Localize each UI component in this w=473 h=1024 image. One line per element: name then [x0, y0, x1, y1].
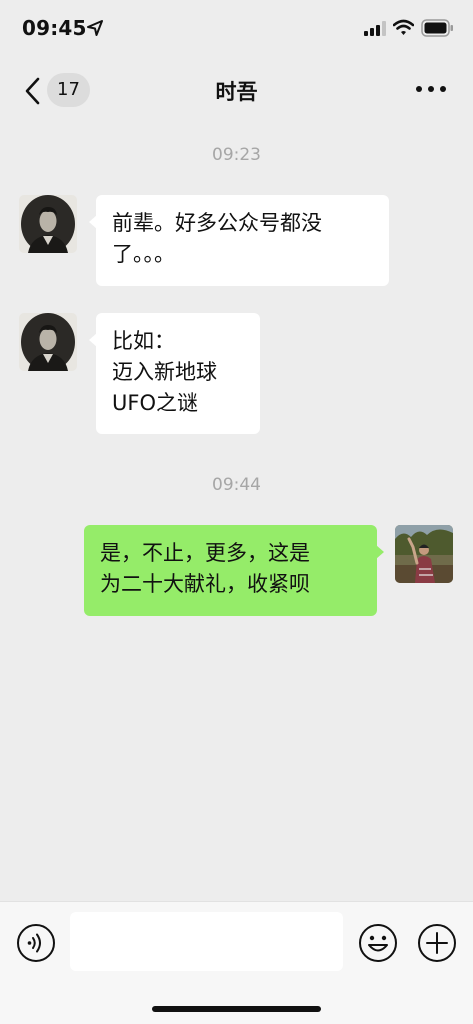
- portrait-icon: [19, 195, 77, 253]
- message-text-line: 了。。。: [112, 242, 175, 266]
- message-text-line: UFO之谜: [112, 391, 198, 415]
- plus-icon[interactable]: [417, 923, 457, 963]
- chat-title: 时吾: [215, 80, 258, 104]
- battery-icon: [421, 19, 453, 37]
- timestamp: 09:23: [212, 145, 261, 165]
- message-text-line: 比如：: [112, 329, 175, 353]
- more-dots-icon[interactable]: [414, 84, 448, 94]
- portrait-icon: [19, 313, 77, 371]
- cellular-signal-icon: [364, 21, 386, 36]
- nav-bar: 17 时吾: [0, 60, 473, 120]
- message-input[interactable]: [70, 912, 343, 971]
- contact-avatar[interactable]: [19, 195, 77, 253]
- emoji-icon[interactable]: [358, 923, 398, 963]
- my-avatar[interactable]: [395, 525, 453, 583]
- message-bubble[interactable]: 前辈。好多公众号都没 了。。。: [89, 195, 389, 286]
- wifi-icon: [393, 19, 414, 35]
- timestamp: 09:44: [212, 475, 261, 495]
- status-time: 09:45: [22, 16, 87, 40]
- contact-avatar[interactable]: [19, 313, 77, 371]
- message-bubble[interactable]: 是，不止，更多，这是 为二十大献礼，收紧呗: [84, 525, 384, 616]
- location-arrow-icon: [87, 20, 103, 36]
- status-bar: 09:45: [0, 0, 473, 56]
- input-bar: [0, 901, 473, 1024]
- outdoor-photo-icon: [395, 525, 453, 583]
- message-text-line: 前辈。好多公众号都没: [112, 211, 322, 235]
- message-text-line: 迈入新地球: [112, 360, 217, 384]
- message-text-line: 是，不止，更多，这是: [100, 541, 310, 565]
- message-bubble[interactable]: 比如： 迈入新地球 UFO之谜: [89, 313, 260, 434]
- message-text-line: 为二十大献礼，收紧呗: [100, 572, 310, 596]
- voice-icon[interactable]: [16, 923, 56, 963]
- home-indicator[interactable]: [152, 1006, 321, 1012]
